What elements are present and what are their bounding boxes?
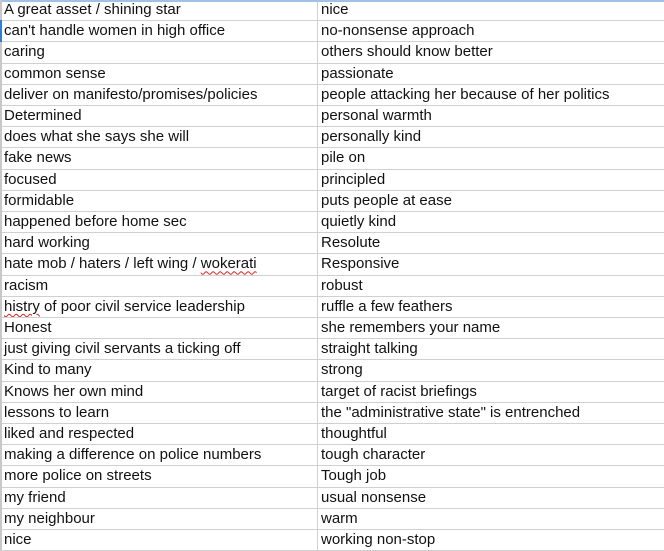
table-row: formidable puts people at ease (0, 190, 664, 212)
table-row: Determined personal warmth (0, 106, 664, 128)
cell-column-a[interactable]: Knows her own mind (0, 382, 317, 402)
cell-text: of poor civil service leadership (39, 297, 245, 315)
cell-column-a[interactable]: my neighbour (0, 509, 317, 529)
cell-column-a[interactable]: my friend (0, 488, 317, 508)
cell-column-b[interactable]: Resolute (317, 233, 664, 254)
table-row: hard working Resolute (0, 233, 664, 255)
table-row: deliver on manifesto/promises/policies pe… (0, 84, 664, 106)
table-row: focused principled (0, 169, 664, 191)
cell-column-a[interactable]: racism (0, 276, 317, 296)
cell-column-b[interactable]: straight talking (317, 339, 664, 360)
table-row: lessons to learn the "administrative stat… (0, 402, 664, 424)
cell-column-a[interactable]: hate mob / haters / left wing / wokerati (0, 254, 317, 274)
cell-text: hate mob / haters / left wing / (4, 255, 201, 273)
table-row: racism robust (0, 275, 664, 297)
cell-column-a[interactable]: histry of poor civil service leadership (0, 297, 317, 317)
cell-column-a[interactable]: can't handle women in high office (0, 21, 317, 41)
table-row: Honest she remembers your name (0, 318, 664, 340)
cell-column-b[interactable]: usual nonsense (317, 487, 664, 508)
cell-column-b[interactable]: strong (317, 360, 664, 381)
table-row: common sense passionate (0, 63, 664, 85)
cell-column-b[interactable]: tough character (317, 445, 664, 466)
misspelled-word: wokerati (200, 255, 257, 273)
cell-column-b[interactable]: warm (317, 508, 664, 529)
cell-column-a[interactable]: Determined (0, 106, 317, 126)
table-row: Kind to many strong (0, 360, 664, 382)
cell-column-b[interactable]: personally kind (317, 127, 664, 148)
table-row: just giving civil servants a ticking off… (0, 339, 664, 361)
cell-column-a[interactable]: Kind to many (0, 360, 317, 380)
table-row: fake news pile on (0, 148, 664, 170)
cell-column-b[interactable]: robust (317, 275, 664, 296)
row-selection-marker (0, 20, 2, 42)
table-row: more police on streets Tough job (0, 466, 664, 488)
table-row: hate mob / haters / left wing / wokerati… (0, 254, 664, 276)
cell-column-a[interactable]: caring (0, 42, 317, 62)
cell-column-a[interactable]: lessons to learn (0, 403, 317, 423)
cell-column-a[interactable]: more police on streets (0, 466, 317, 486)
cell-column-b[interactable]: she remembers your name (317, 318, 664, 339)
table-row: A great asset / shining star nice (0, 0, 664, 22)
cell-column-b[interactable]: quietly kind (317, 212, 664, 233)
cell-column-b[interactable]: Responsive (317, 254, 664, 275)
cell-column-b[interactable]: passionate (317, 63, 664, 84)
table-row: histry of poor civil service leadership r… (0, 296, 664, 318)
table-row: liked and respected thoughtful (0, 424, 664, 446)
cell-column-a[interactable]: just giving civil servants a ticking off (0, 339, 317, 359)
cell-column-b[interactable]: people attacking her because of her poli… (317, 84, 664, 105)
table-row: happened before home sec quietly kind (0, 212, 664, 234)
cell-column-b[interactable]: pile on (317, 148, 664, 169)
cell-column-b[interactable]: Tough job (317, 466, 664, 487)
cell-column-b[interactable]: ruffle a few feathers (317, 296, 664, 317)
table-row: does what she says she will personally ki… (0, 127, 664, 149)
table-row: Knows her own mind target of racist brief… (0, 381, 664, 403)
cell-column-a[interactable]: Honest (0, 318, 317, 338)
cell-column-b[interactable]: principled (317, 169, 664, 190)
cell-column-b[interactable]: thoughtful (317, 424, 664, 445)
spreadsheet-grid: A great asset / shining star nice can't ha… (0, 0, 664, 551)
table-row: can't handle women in high office no-nons… (0, 21, 664, 43)
cell-column-a[interactable]: nice (0, 530, 317, 550)
cell-column-a[interactable]: A great asset / shining star (0, 0, 317, 20)
cell-column-a[interactable]: happened before home sec (0, 212, 317, 232)
cell-column-a[interactable]: formidable (0, 191, 317, 211)
cell-column-a[interactable]: fake news (0, 148, 317, 168)
misspelled-word: histry (4, 297, 40, 315)
cell-column-b[interactable]: the "administrative state" is entrenched (317, 402, 664, 423)
table-row: making a difference on police numbers tou… (0, 445, 664, 467)
cell-column-b[interactable]: nice (317, 0, 664, 21)
cell-column-b[interactable]: personal warmth (317, 106, 664, 127)
table-row: caring others should know better (0, 42, 664, 64)
cell-column-b[interactable]: working non-stop (317, 530, 664, 551)
cell-column-b[interactable]: others should know better (317, 42, 664, 63)
cell-column-b[interactable]: target of racist briefings (317, 381, 664, 402)
grid-left-border (0, 0, 2, 550)
cell-column-a[interactable]: focused (0, 170, 317, 190)
cell-column-b[interactable]: puts people at ease (317, 190, 664, 211)
cell-column-a[interactable]: common sense (0, 64, 317, 84)
grid-top-border (0, 0, 664, 2)
table-row: nice working non-stop (0, 530, 664, 551)
cell-column-a[interactable]: liked and respected (0, 424, 317, 444)
cell-column-a[interactable]: deliver on manifesto/promises/policies (0, 85, 317, 105)
cell-column-a[interactable]: hard working (0, 233, 317, 253)
table-row: my friend usual nonsense (0, 487, 664, 509)
table-row: my neighbour warm (0, 508, 664, 530)
cell-column-b[interactable]: no-nonsense approach (317, 21, 664, 42)
cell-column-a[interactable]: does what she says she will (0, 127, 317, 147)
cell-column-a[interactable]: making a difference on police numbers (0, 445, 317, 465)
